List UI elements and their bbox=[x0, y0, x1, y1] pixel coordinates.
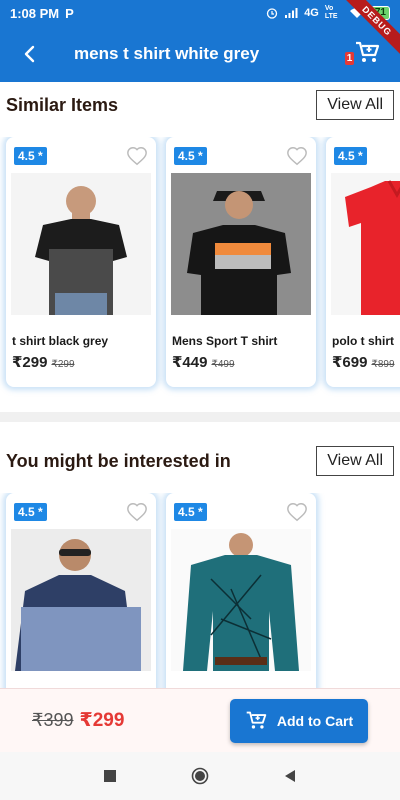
product-card[interactable]: 4.5 * bbox=[166, 493, 316, 688]
interested-title: You might be interested in bbox=[6, 450, 231, 471]
product-price: ₹299 bbox=[12, 354, 48, 371]
product-name: Mens Sport T shirt bbox=[172, 334, 278, 348]
app-bar: mens t shirt white grey 1 bbox=[0, 26, 400, 82]
product-mrp: ₹499 bbox=[211, 359, 235, 370]
volte-label: Vo LTE bbox=[324, 5, 338, 20]
heart-icon[interactable] bbox=[126, 501, 148, 523]
heart-icon[interactable] bbox=[126, 145, 148, 167]
product-image bbox=[11, 173, 151, 315]
interested-items-list: 4.5 * 4.5 * bbox=[0, 493, 400, 688]
similar-view-all-button[interactable]: View All bbox=[316, 90, 394, 120]
triangle-back-icon bbox=[285, 770, 295, 782]
similar-items-title: Similar Items bbox=[6, 94, 119, 115]
product-image bbox=[171, 173, 311, 315]
status-time: 1:08 PM bbox=[10, 5, 60, 21]
section-divider bbox=[0, 412, 400, 422]
rating-badge: 4.5 * bbox=[14, 147, 47, 165]
product-name: polo t shirt bbox=[332, 334, 394, 348]
discounted-price: ₹299 bbox=[79, 710, 125, 731]
system-nav-bar bbox=[0, 752, 400, 800]
product-card[interactable]: 4.5 * t shirt black grey ₹299 ₹299 bbox=[6, 137, 156, 387]
circle-icon bbox=[191, 767, 209, 785]
add-cart-icon bbox=[246, 711, 267, 729]
recents-button[interactable] bbox=[101, 767, 119, 785]
cart-icon bbox=[356, 41, 380, 62]
heart-icon[interactable] bbox=[286, 145, 308, 167]
price-line: ₹699 ₹899 bbox=[332, 353, 395, 371]
back-nav-button[interactable] bbox=[281, 767, 299, 785]
product-price: ₹699 bbox=[332, 354, 368, 371]
add-to-cart-button[interactable]: Add to Cart bbox=[230, 698, 368, 743]
status-bar: 1:08 PM P 4G Vo LTE 71 bbox=[0, 0, 400, 26]
page-title: mens t shirt white grey bbox=[74, 44, 260, 63]
rating-badge: 4.5 * bbox=[334, 147, 367, 165]
cart-count-badge: 1 bbox=[345, 52, 354, 65]
interested-header: You might be interested in View All bbox=[0, 442, 400, 480]
network-type: 4G bbox=[304, 7, 319, 19]
back-button[interactable] bbox=[16, 40, 44, 68]
product-image bbox=[11, 529, 151, 671]
cart-button[interactable]: 1 bbox=[345, 40, 382, 68]
signal-icon bbox=[285, 8, 298, 18]
purchase-bar: ₹399 ₹299 Add to Cart bbox=[0, 688, 400, 752]
add-to-cart-label: Add to Cart bbox=[276, 712, 354, 729]
alarm-icon bbox=[267, 8, 278, 19]
product-name: t shirt black grey bbox=[12, 334, 109, 348]
arrow-back-icon bbox=[24, 45, 35, 63]
interested-view-all-button[interactable]: View All bbox=[316, 446, 394, 476]
product-image bbox=[331, 173, 400, 315]
home-button[interactable] bbox=[191, 767, 209, 785]
rating-badge: 4.5 * bbox=[14, 503, 47, 521]
square-icon bbox=[104, 770, 116, 782]
product-card[interactable]: 4.5 * polo t shirt ₹699 ₹899 bbox=[326, 137, 400, 387]
product-mrp: ₹299 bbox=[51, 359, 75, 370]
product-mrp: ₹899 bbox=[371, 359, 395, 370]
product-card[interactable]: 4.5 * bbox=[6, 493, 156, 688]
similar-items-header: Similar Items View All bbox=[0, 86, 400, 124]
similar-items-list: 4.5 * t shirt black grey ₹299 ₹299 4.5 *… bbox=[0, 137, 400, 397]
parking-app-icon: P bbox=[65, 6, 74, 21]
product-image bbox=[171, 529, 311, 671]
original-price: ₹399 bbox=[32, 710, 74, 730]
product-card[interactable]: 4.5 * Mens Sport T shirt ₹449 ₹499 bbox=[166, 137, 316, 387]
product-price: ₹449 bbox=[172, 354, 208, 371]
price-line: ₹299 ₹299 bbox=[12, 353, 75, 371]
rating-badge: 4.5 * bbox=[174, 503, 207, 521]
rating-badge: 4.5 * bbox=[174, 147, 207, 165]
heart-icon[interactable] bbox=[286, 501, 308, 523]
price-line: ₹449 ₹499 bbox=[172, 353, 235, 371]
